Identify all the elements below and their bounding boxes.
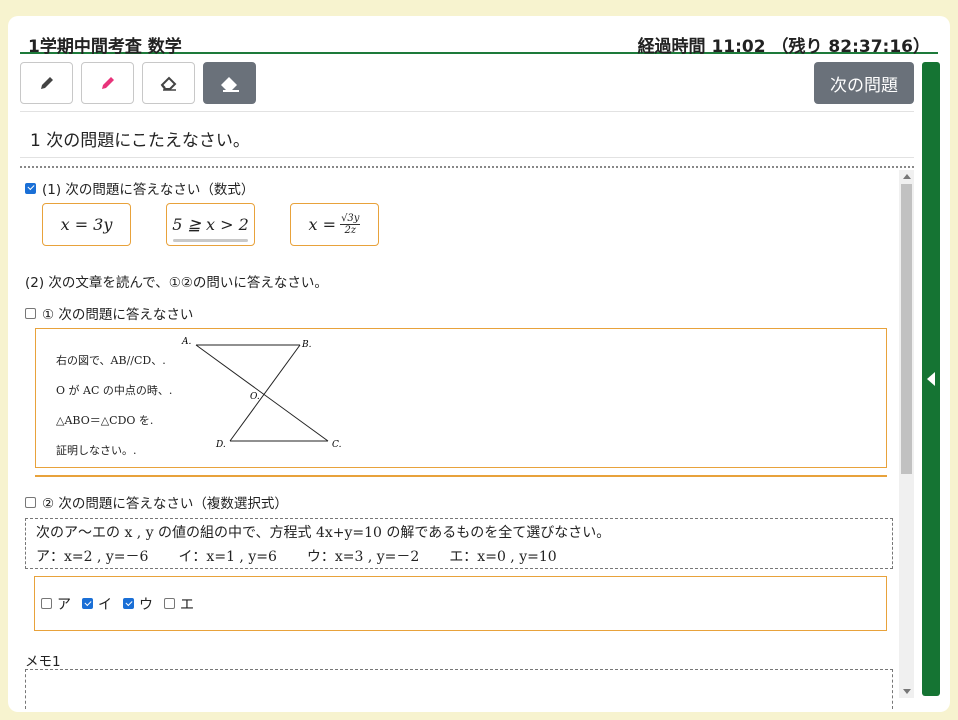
memo-input[interactable] [25,669,893,709]
divider [20,111,914,112]
choice-a-checkbox[interactable] [41,598,52,609]
sub2-label: ② 次の問題に答えなさい（複数選択式） [42,496,288,512]
point-label: A. [181,337,191,347]
divider [20,157,914,158]
divider [20,166,914,168]
choice-e-checkbox[interactable] [164,598,175,609]
chevron-left-icon [927,372,935,386]
option-text: イ：x=1 , y=6 [178,549,277,565]
exam-title: 1学期中間考査 数学 [28,37,182,57]
sub1-row: ① 次の問題に答えなさい [25,303,193,323]
eraser-icon [160,76,176,91]
next-question-button[interactable]: 次の問題 [814,62,914,104]
part1-row: (1) 次の問題に答えなさい（数式） [25,178,254,198]
geometry-figure: A. B. O. D. C. [181,337,342,450]
choice-u-checkbox[interactable] [123,598,134,609]
scrollbar[interactable] [899,170,914,698]
sub1-checkbox[interactable] [25,307,36,319]
pencil-icon [40,77,53,89]
scroll-up-icon[interactable] [903,174,911,179]
part1-checkbox[interactable] [25,182,36,194]
point-label: C. [332,440,342,450]
pen-icon [101,77,114,89]
part1-label: (1) 次の問題に答えなさい（数式） [42,182,255,198]
point-label: O. [250,392,260,402]
option-text: エ：x=0 , y=10 [449,549,557,565]
choice-i-label: イ [98,596,112,613]
sub2-prompt-box: 次のア～エの x , y の値の組の中で、方程式 4x+y=10 の解であるもの… [25,518,893,569]
math-answer-3[interactable]: x = √3y 2z [290,203,379,246]
question-title: 1 次の問題にこたえなさい。 [30,131,250,151]
sub2-row: ② 次の問題に答えなさい（複数選択式） [25,492,288,512]
sub2-answer-box: ア イ ウ エ [34,576,887,631]
option-text: ウ：x=3 , y=－2 [306,549,420,565]
figure-box [35,328,887,468]
scroll-thumb[interactable] [901,184,912,474]
side-panel-toggle[interactable] [922,62,940,696]
math-answer-2[interactable]: 5 ≧ x > 2 [166,203,255,246]
choice-a-label: ア [57,596,71,613]
divider [35,475,887,477]
sub2-checkbox[interactable] [25,496,36,508]
eraser-all-button[interactable] [203,62,256,104]
pencil-button[interactable] [20,62,73,104]
sub2-prompt: 次のア～エの x , y の値の組の中で、方程式 4x+y=10 の解であるもの… [36,525,611,541]
math-answer-1[interactable]: x = 3y [42,203,131,246]
option-text: ア：x=2 , y=－6 [36,549,149,565]
point-label: B. [301,340,312,350]
figure-text-line: △ABO＝△CDO を. [56,414,154,427]
memo-label: メモ1 [25,654,61,670]
point-label: D. [215,440,226,450]
scroll-down-icon[interactable] [903,689,911,694]
eraser-button[interactable] [142,62,195,104]
figure-text-line: 証明しなさい。. [56,444,137,457]
input-underline [173,239,248,242]
sub2-options-text: ア：x=2 , y=－6 イ：x=1 , y=6 ウ：x=3 , y=－2 エ：… [36,545,882,569]
part2-label: (2) 次の文章を読んで、①②の問いに答えなさい。 [25,275,328,291]
choice-e-label: エ [180,596,194,613]
elapsed-time: 経過時間 11:02 （残り 82:37:16） [637,37,930,57]
choice-u-label: ウ [139,596,153,613]
sub1-label: ① 次の問題に答えなさい [42,307,194,323]
figure-text-line: O が AC の中点の時、. [56,384,173,397]
eraser-all-icon [220,77,239,92]
fraction: √3y 2z [340,213,361,236]
exam-header: 1学期中間考査 数学 経過時間 11:02 （残り 82:37:16） [20,32,938,57]
pen-button[interactable] [81,62,134,104]
choice-i-checkbox[interactable] [82,598,93,609]
figure-text-line: 右の図で、AB//CD、. [56,354,166,367]
